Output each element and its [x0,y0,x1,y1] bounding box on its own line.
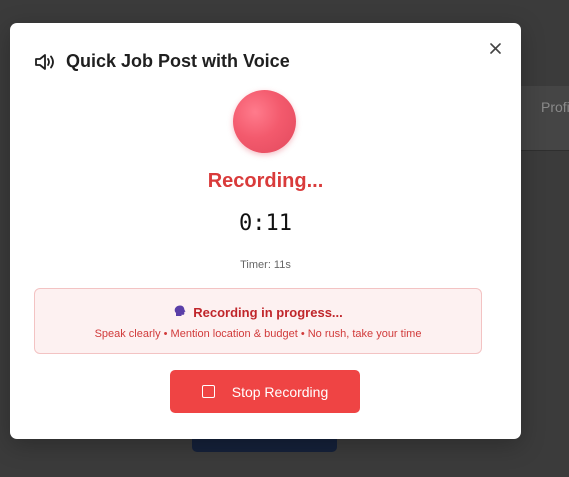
info-title-text: Recording in progress... [193,305,343,320]
close-icon [489,42,501,54]
info-subtitle: Speak clearly • Mention location & budge… [94,328,422,340]
modal-header: Quick Job Post with Voice [34,51,290,72]
speaker-icon [34,52,58,72]
info-title: Recording in progress... [35,304,481,321]
stop-recording-button[interactable]: Stop Recording [170,370,360,413]
stop-recording-label: Stop Recording [231,383,329,400]
stop-square-icon [201,385,215,398]
recording-status: Recording... [207,170,324,192]
recording-info-box: Recording in progress... Speak clearly •… [34,288,482,354]
elapsed-time: 0:11 [239,211,292,236]
background-tab: Profi [541,99,569,115]
speaking-head-icon [173,304,187,321]
timer-label: Timer: 11s [240,259,291,271]
close-button[interactable] [487,40,503,56]
modal-title: Quick Job Post with Voice [66,51,290,71]
recording-indicator [233,90,296,153]
voice-job-post-modal: Quick Job Post with Voice Recording... 0… [10,23,521,439]
